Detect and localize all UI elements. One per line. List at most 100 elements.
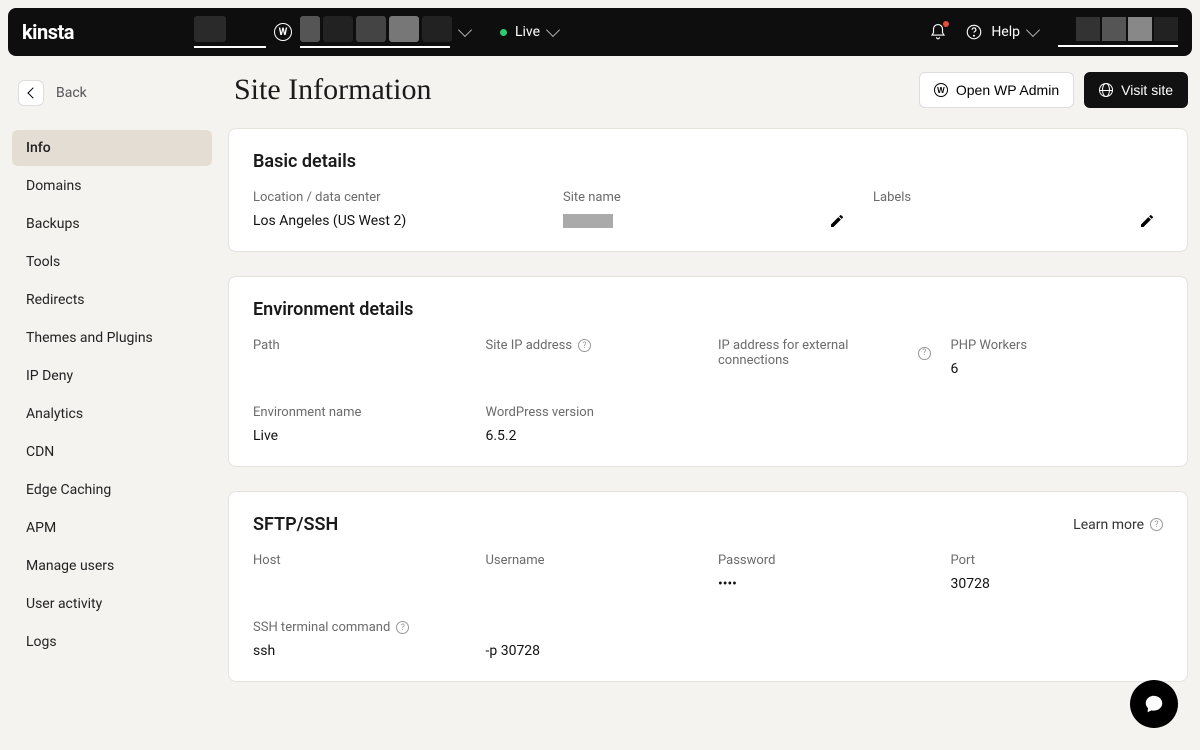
sidebar-item-analytics[interactable]: Analytics [12,396,212,432]
sidebar-item-ip-deny[interactable]: IP Deny [12,358,212,394]
button-label: Open WP Admin [956,82,1059,98]
info-icon: ? [1150,518,1163,531]
spacer-label [486,620,699,635]
basic-details-card: Basic details Location / data center Los… [228,128,1188,252]
sidebar-item-info[interactable]: Info [12,130,212,166]
password-label: Password [718,553,931,568]
learn-more-label: Learn more [1073,517,1144,533]
site-name-value-redacted [563,214,613,228]
php-workers-value: 6 [951,361,1164,377]
edit-site-name-button[interactable] [829,213,845,229]
password-value: •••• [718,576,931,592]
site-name-label: Site name [563,190,853,205]
ssh-cmd-label: SSH terminal command? [253,620,466,635]
sidebar-item-label: Logs [26,634,57,650]
host-label: Host [253,553,466,568]
sidebar-item-label: Domains [26,178,81,194]
location-value: Los Angeles (US West 2) [253,213,543,229]
wp-version-label: WordPress version [486,405,699,420]
crumb-redacted-row [300,16,452,42]
chat-button[interactable] [1130,680,1178,728]
sidebar-item-edge-caching[interactable]: Edge Caching [12,472,212,508]
pencil-icon [1139,213,1155,229]
crumb-redacted-box [194,16,226,42]
sidebar-item-themes-plugins[interactable]: Themes and Plugins [12,320,212,356]
sidebar-item-label: Manage users [26,558,114,574]
visit-site-button[interactable]: Visit site [1084,72,1188,108]
sidebar-item-label: User activity [26,596,102,612]
ssh-cmd-part2: -p 30728 [486,643,699,659]
location-label: Location / data center [253,190,543,205]
status-dot-icon [500,29,507,36]
globe-icon [1099,83,1113,97]
sidebar-item-tools[interactable]: Tools [12,244,212,280]
php-workers-label: PHP Workers [951,338,1164,353]
page-title: Site Information [234,73,431,107]
back-label: Back [56,85,87,101]
open-wp-admin-button[interactable]: W Open WP Admin [919,72,1074,108]
chevron-down-icon [458,23,472,37]
top-bar: kinsta W Live Help [8,8,1192,56]
card-title: Basic details [253,151,356,172]
edit-labels-button[interactable] [1139,213,1155,229]
kinsta-logo: kinsta [22,20,74,44]
sidebar-item-manage-users[interactable]: Manage users [12,548,212,584]
username-label: Username [486,553,699,568]
sidebar-item-apm[interactable]: APM [12,510,212,546]
sidebar-item-label: APM [26,520,56,536]
notification-badge [943,21,949,27]
sidebar-item-backups[interactable]: Backups [12,206,212,242]
notifications-button[interactable] [929,23,947,41]
avatar-underline [1058,45,1178,47]
wordpress-icon: W [934,83,948,97]
wordpress-icon: W [274,23,292,41]
learn-more-link[interactable]: Learn more ? [1073,517,1163,533]
help-label: Help [991,24,1020,40]
sftp-ssh-card: SFTP/SSH Learn more ? Host Username Pass… [228,491,1188,682]
chevron-down-icon [546,23,560,37]
wp-version-value: 6.5.2 [486,428,699,444]
breadcrumb[interactable]: W [194,16,470,48]
info-icon[interactable]: ? [578,339,591,352]
help-icon [965,23,983,41]
labels-label: Labels [873,190,1163,205]
sidebar-item-label: Themes and Plugins [26,330,153,346]
sidebar-item-label: Edge Caching [26,482,111,498]
back-button[interactable] [18,80,44,106]
pencil-icon [829,213,845,229]
external-ip-label: IP address for external connections? [718,338,931,368]
sidebar-item-cdn[interactable]: CDN [12,434,212,470]
sidebar-item-label: Tools [26,254,60,270]
sidebar-item-redirects[interactable]: Redirects [12,282,212,318]
help-button[interactable]: Help [965,23,1038,41]
ssh-cmd-part1: ssh [253,643,466,659]
sidebar-item-label: Redirects [26,292,85,308]
info-icon[interactable]: ? [396,621,409,634]
sidebar-item-label: IP Deny [26,368,73,384]
card-title: SFTP/SSH [253,514,338,535]
sidebar-item-domains[interactable]: Domains [12,168,212,204]
chevron-down-icon [1026,23,1040,37]
path-label: Path [253,338,466,353]
sidebar-item-label: Backups [26,216,80,232]
site-ip-label: Site IP address? [486,338,699,353]
environment-selector[interactable]: Live [500,24,558,40]
environment-details-card: Environment details Path Site IP address… [228,276,1188,467]
arrow-left-icon [27,87,38,98]
env-name-value: Live [253,428,466,444]
sidebar-item-user-activity[interactable]: User activity [12,586,212,622]
card-title: Environment details [253,299,413,320]
sidebar-item-logs[interactable]: Logs [12,624,212,660]
port-label: Port [951,553,1164,568]
sidebar-item-label: Info [26,140,51,156]
account-menu[interactable] [1058,17,1178,47]
sidebar-nav: Info Domains Backups Tools Redirects The… [12,130,212,660]
sidebar-item-label: Analytics [26,406,83,422]
info-icon[interactable]: ? [918,347,930,360]
crumb-underline [194,46,266,48]
sidebar-item-label: CDN [26,444,54,460]
port-value: 30728 [951,576,1164,592]
button-label: Visit site [1121,82,1173,98]
crumb-underline [300,46,450,48]
environment-label: Live [515,24,540,40]
